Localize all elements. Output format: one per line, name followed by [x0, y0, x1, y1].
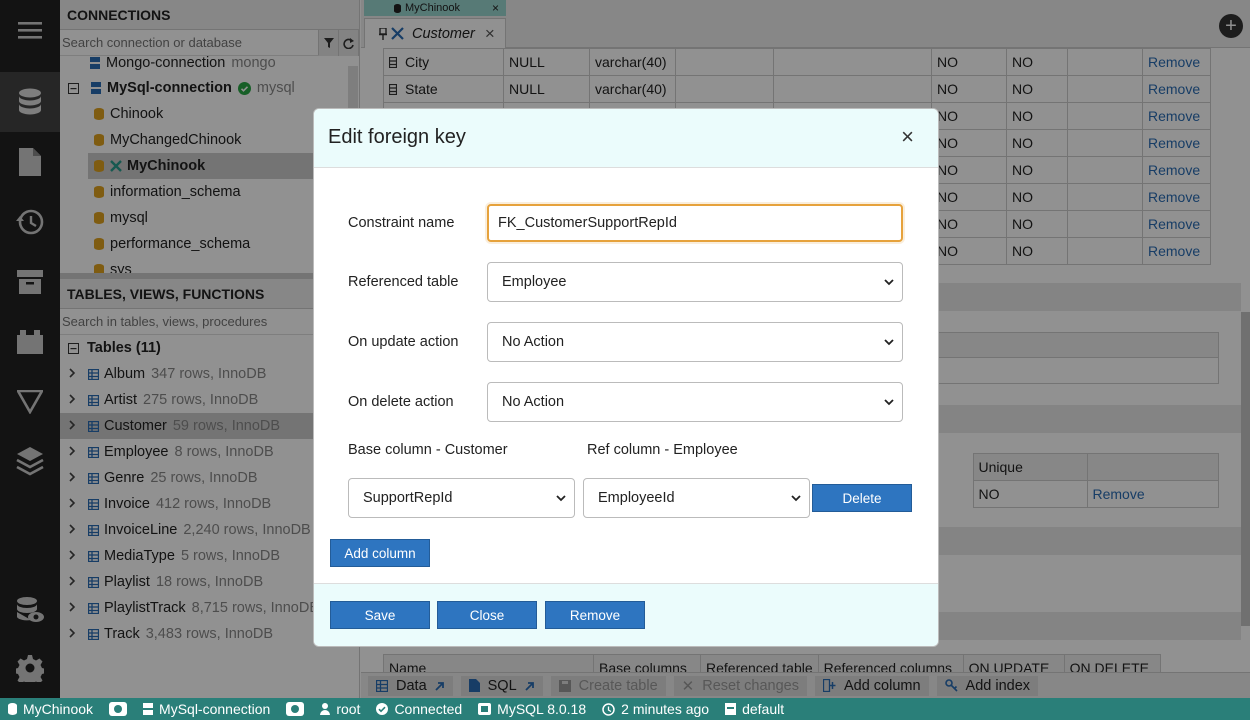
status-bar: MyChinook MySql-connection root Connecte…: [0, 698, 1250, 720]
constraint-name-input[interactable]: [487, 204, 903, 242]
status-user-label: root: [336, 701, 361, 717]
on-delete-value: No Action: [502, 394, 565, 410]
on-delete-select[interactable]: No Action: [487, 382, 903, 422]
status-time: 2 minutes ago: [594, 701, 717, 717]
status-connection-label: MySql-connection: [159, 701, 271, 717]
server-icon: [143, 703, 154, 715]
status-server-label: MySQL 8.0.18: [497, 701, 587, 717]
status-connection[interactable]: MySql-connection: [135, 701, 278, 717]
status-user: root: [312, 701, 368, 717]
close-icon[interactable]: ×: [901, 126, 914, 148]
base-column-header: Base column - Customer: [348, 442, 508, 458]
referenced-table-label: Referenced table: [348, 274, 459, 290]
on-delete-label: On delete action: [348, 394, 454, 410]
status-connected-label: Connected: [394, 701, 463, 717]
palette-icon[interactable]: [101, 702, 135, 716]
close-button[interactable]: Close: [437, 601, 537, 629]
history-icon: [602, 702, 615, 716]
add-column-button[interactable]: Add column: [330, 539, 430, 567]
ref-column-header: Ref column - Employee: [587, 442, 738, 458]
remove-button[interactable]: Remove: [545, 601, 645, 629]
status-time-label: 2 minutes ago: [621, 701, 710, 717]
dialog-footer: Save Close Remove: [314, 583, 938, 646]
on-update-label: On update action: [348, 334, 459, 350]
edit-foreign-key-dialog: Edit foreign key × Constraint name Refer…: [313, 108, 939, 647]
status-connected: Connected: [368, 701, 470, 717]
chevron-down-icon: [884, 338, 894, 345]
palette-icon[interactable]: [278, 702, 312, 716]
archive-icon: [725, 703, 737, 715]
status-database[interactable]: MyChinook: [0, 701, 101, 717]
save-button[interactable]: Save: [330, 601, 430, 629]
chevron-down-icon: [556, 494, 566, 501]
dialog-header: Edit foreign key ×: [314, 109, 938, 168]
delete-column-button[interactable]: Delete: [812, 484, 912, 512]
status-server: MySQL 8.0.18: [470, 701, 594, 717]
status-schema-label: default: [742, 701, 785, 717]
referenced-table-value: Employee: [502, 274, 567, 290]
referenced-table-select[interactable]: Employee: [487, 262, 903, 302]
on-update-select[interactable]: No Action: [487, 322, 903, 362]
user-icon: [320, 703, 331, 715]
status-database-label: MyChinook: [23, 701, 94, 717]
server-version-icon: [478, 703, 492, 715]
ref-column-value: EmployeeId: [598, 490, 675, 506]
ref-column-select[interactable]: EmployeeId: [583, 478, 810, 518]
base-column-value: SupportRepId: [363, 490, 453, 506]
on-update-value: No Action: [502, 334, 565, 350]
dialog-title: Edit foreign key: [328, 126, 466, 148]
status-schema[interactable]: default: [717, 701, 792, 717]
database-small-icon: [8, 703, 17, 715]
chevron-down-icon: [884, 278, 894, 285]
chevron-down-icon: [884, 398, 894, 405]
chevron-down-icon: [791, 494, 801, 501]
constraint-name-label: Constraint name: [348, 215, 455, 231]
base-column-select[interactable]: SupportRepId: [348, 478, 575, 518]
check-circle-icon: [376, 703, 389, 715]
